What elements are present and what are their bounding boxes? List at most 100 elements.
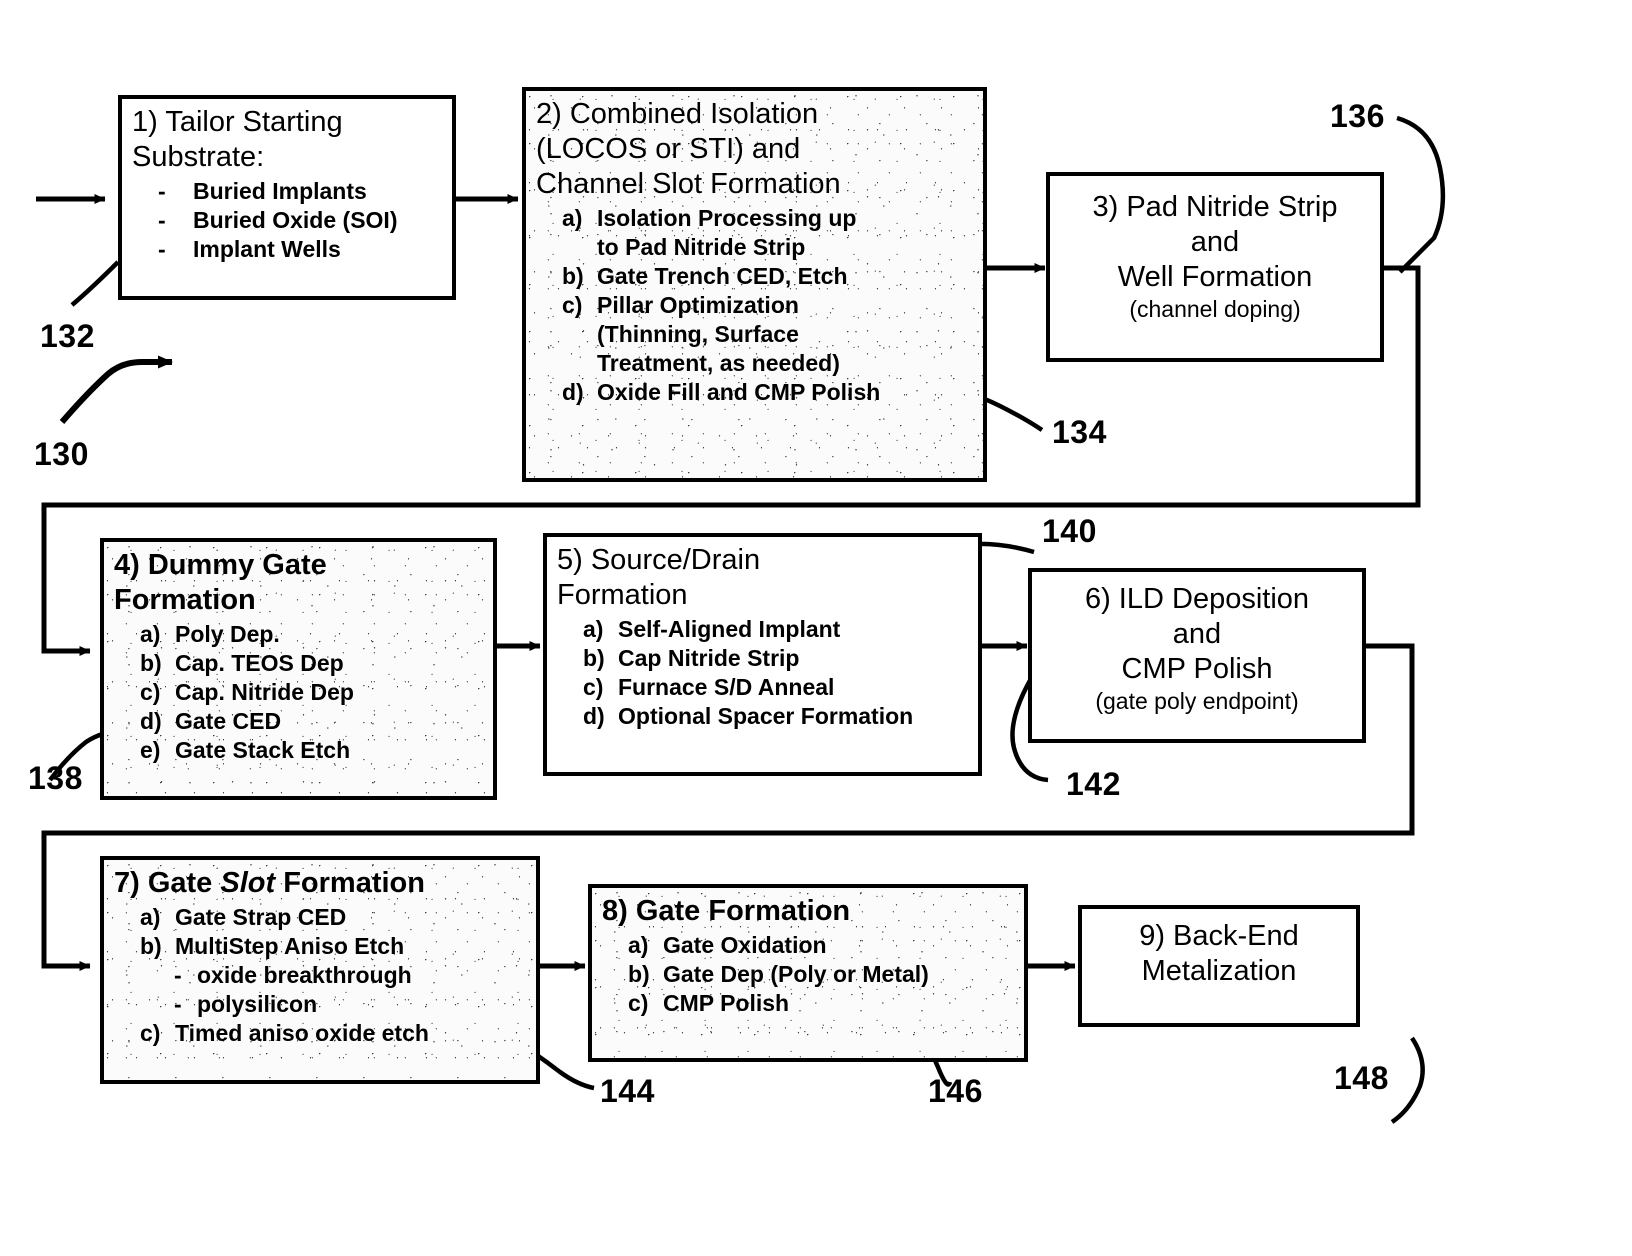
list-item-text: Buried Oxide (SOI): [193, 207, 398, 233]
bullet-marker: a): [140, 621, 161, 647]
figure-canvas: 1) Tailor Starting Substrate: - Buried Im…: [0, 0, 1632, 1256]
list-item: c) CMP Polish: [628, 989, 1014, 1018]
list-item: c) Timed aniso oxide etch: [140, 1019, 526, 1048]
list-item-text: Buried Implants: [193, 178, 367, 204]
box-1-title: 1) Tailor Starting Substrate:: [132, 106, 343, 173]
list-item: a) Gate Oxidation: [628, 931, 1014, 960]
list-item: d) Gate CED: [140, 707, 483, 736]
reference-numeral-130: 130: [34, 436, 89, 472]
bullet-marker: a): [628, 932, 649, 958]
bullet-marker: b): [140, 650, 162, 676]
list-item: c) Cap. Nitride Dep: [140, 678, 483, 707]
bullet-marker: d): [583, 703, 605, 729]
process-step-box-9[interactable]: 9) Back-End Metalization: [1078, 905, 1360, 1027]
list-item-text: oxide breakthrough: [197, 962, 412, 988]
bullet-marker: c): [140, 679, 161, 705]
list-item-text: Optional Spacer Formation: [618, 703, 914, 729]
list-item-text: Gate Oxidation: [663, 932, 827, 958]
box-7-title-italic: Slot: [220, 867, 276, 899]
list-item-text: Cap Nitride Strip: [618, 645, 800, 671]
box-7-step-list: a) Gate Strap CED b) MultiStep Aniso Etch …: [114, 903, 526, 1048]
box-6-subnote: (gate poly endpoint): [1095, 688, 1299, 714]
bullet-marker: c): [628, 990, 649, 1016]
reference-numeral-136: 136: [1330, 98, 1385, 134]
list-item-text: CMP Polish: [663, 990, 790, 1016]
bullet-marker: -: [174, 962, 182, 988]
bullet-marker: b): [562, 263, 584, 289]
bullet-marker: a): [562, 205, 583, 231]
box-5-step-list: a) Self-Aligned Implant b) Cap Nitride Str…: [557, 615, 968, 731]
list-item-text: Gate CED: [175, 708, 282, 734]
list-item-text: MultiStep Aniso Etch: [175, 933, 405, 959]
bullet-marker: a): [140, 904, 161, 930]
list-item-text: Cap. Nitride Dep: [175, 679, 354, 705]
list-item: c) Pillar Optimization (Thinning, Surface…: [562, 291, 973, 378]
process-step-box-4[interactable]: 4) Dummy Gate Formation a) Poly Dep. b) Ca…: [100, 538, 497, 800]
list-item: c) Furnace S/D Anneal: [583, 673, 968, 702]
bullet-marker: c): [583, 674, 604, 700]
box-8-title: 8) Gate Formation: [602, 895, 851, 927]
bullet-marker: -: [158, 178, 166, 204]
list-item-text: Gate Dep (Poly or Metal): [663, 961, 929, 987]
bullet-marker: d): [140, 708, 162, 734]
leader-132: [70, 260, 120, 307]
list-item: a) Isolation Processing up to Pad Nitride…: [562, 204, 973, 262]
list-item: - Buried Implants: [158, 177, 442, 206]
bullet-marker: -: [158, 236, 166, 262]
bullet-marker: -: [158, 207, 166, 233]
box-5-title: 5) Source/Drain Formation: [557, 544, 761, 611]
process-step-box-5[interactable]: 5) Source/Drain Formation a) Self-Aligned…: [543, 533, 982, 776]
leader-148: [1390, 1036, 1425, 1124]
list-item-text: Timed aniso oxide etch: [175, 1020, 429, 1046]
list-item-text: Gate Stack Etch: [175, 737, 351, 763]
list-item: b) Gate Dep (Poly or Metal): [628, 960, 1014, 989]
list-item-text: Furnace S/D Anneal: [618, 674, 835, 700]
process-step-box-8[interactable]: 8) Gate Formation a) Gate Oxidation b) Gat…: [588, 884, 1028, 1062]
process-step-box-6[interactable]: 6) ILD Deposition and CMP Polish (gate p…: [1028, 568, 1366, 743]
list-item: b) Cap Nitride Strip: [583, 644, 968, 673]
reference-numeral-144: 144: [600, 1073, 655, 1109]
process-step-box-1[interactable]: 1) Tailor Starting Substrate: - Buried Im…: [118, 95, 456, 300]
bullet-marker: -: [174, 991, 182, 1017]
list-item: - Implant Wells: [158, 235, 442, 264]
bullet-marker: b): [140, 933, 162, 959]
list-item-text: polysilicon: [197, 991, 318, 1017]
list-item: b) Cap. TEOS Dep: [140, 649, 483, 678]
box-4-step-list: a) Poly Dep. b) Cap. TEOS Dep c) Cap. Nitri…: [114, 620, 483, 765]
list-item-text: Pillar Optimization (Thinning, Surface T…: [597, 292, 840, 376]
list-item: a) Poly Dep.: [140, 620, 483, 649]
reference-numeral-134: 134: [1052, 414, 1107, 450]
process-step-box-2[interactable]: 2) Combined Isolation (LOCOS or STI) and…: [522, 87, 987, 482]
leader-130: [59, 355, 173, 424]
list-item: d) Oxide Fill and CMP Polish: [562, 378, 973, 407]
box-9-title: 9) Back-End Metalization: [1139, 920, 1299, 987]
box-3-subnote: (channel doping): [1129, 296, 1301, 322]
box-4-title: 4) Dummy Gate Formation: [114, 549, 327, 616]
list-item: - oxide breakthrough: [140, 961, 526, 990]
list-item-text: Self-Aligned Implant: [618, 616, 841, 642]
box-7-title: 7) Gate Slot Formation: [114, 866, 526, 901]
process-step-box-3[interactable]: 3) Pad Nitride Strip and Well Formation …: [1046, 172, 1384, 362]
list-item-text: Poly Dep.: [175, 621, 280, 647]
list-item-text: Oxide Fill and CMP Polish: [597, 379, 881, 405]
bullet-marker: c): [562, 292, 583, 318]
list-item-text: Isolation Processing up to Pad Nitride S…: [597, 205, 857, 260]
list-item: b) Gate Trench CED, Etch: [562, 262, 973, 291]
process-step-box-7[interactable]: 7) Gate Slot Formation a) Gate Strap CED …: [100, 856, 540, 1084]
bullet-marker: d): [562, 379, 584, 405]
box-8-step-list: a) Gate Oxidation b) Gate Dep (Poly or Met…: [602, 931, 1014, 1018]
bullet-marker: b): [583, 645, 605, 671]
reference-numeral-146: 146: [928, 1073, 983, 1109]
list-item: e) Gate Stack Etch: [140, 736, 483, 765]
list-item-text: Gate Strap CED: [175, 904, 347, 930]
reference-numeral-138: 138: [28, 760, 83, 796]
list-item: a) Self-Aligned Implant: [583, 615, 968, 644]
reference-numeral-148: 148: [1334, 1060, 1389, 1096]
box-1-step-list: - Buried Implants - Buried Oxide (SOI) - Im…: [132, 177, 442, 264]
reference-numeral-132: 132: [40, 318, 95, 354]
reference-numeral-142: 142: [1066, 766, 1121, 802]
bullet-marker: c): [140, 1020, 161, 1046]
list-item: a) Gate Strap CED: [140, 903, 526, 932]
box-2-step-list: a) Isolation Processing up to Pad Nitride…: [536, 204, 973, 407]
list-item-text: Cap. TEOS Dep: [175, 650, 344, 676]
